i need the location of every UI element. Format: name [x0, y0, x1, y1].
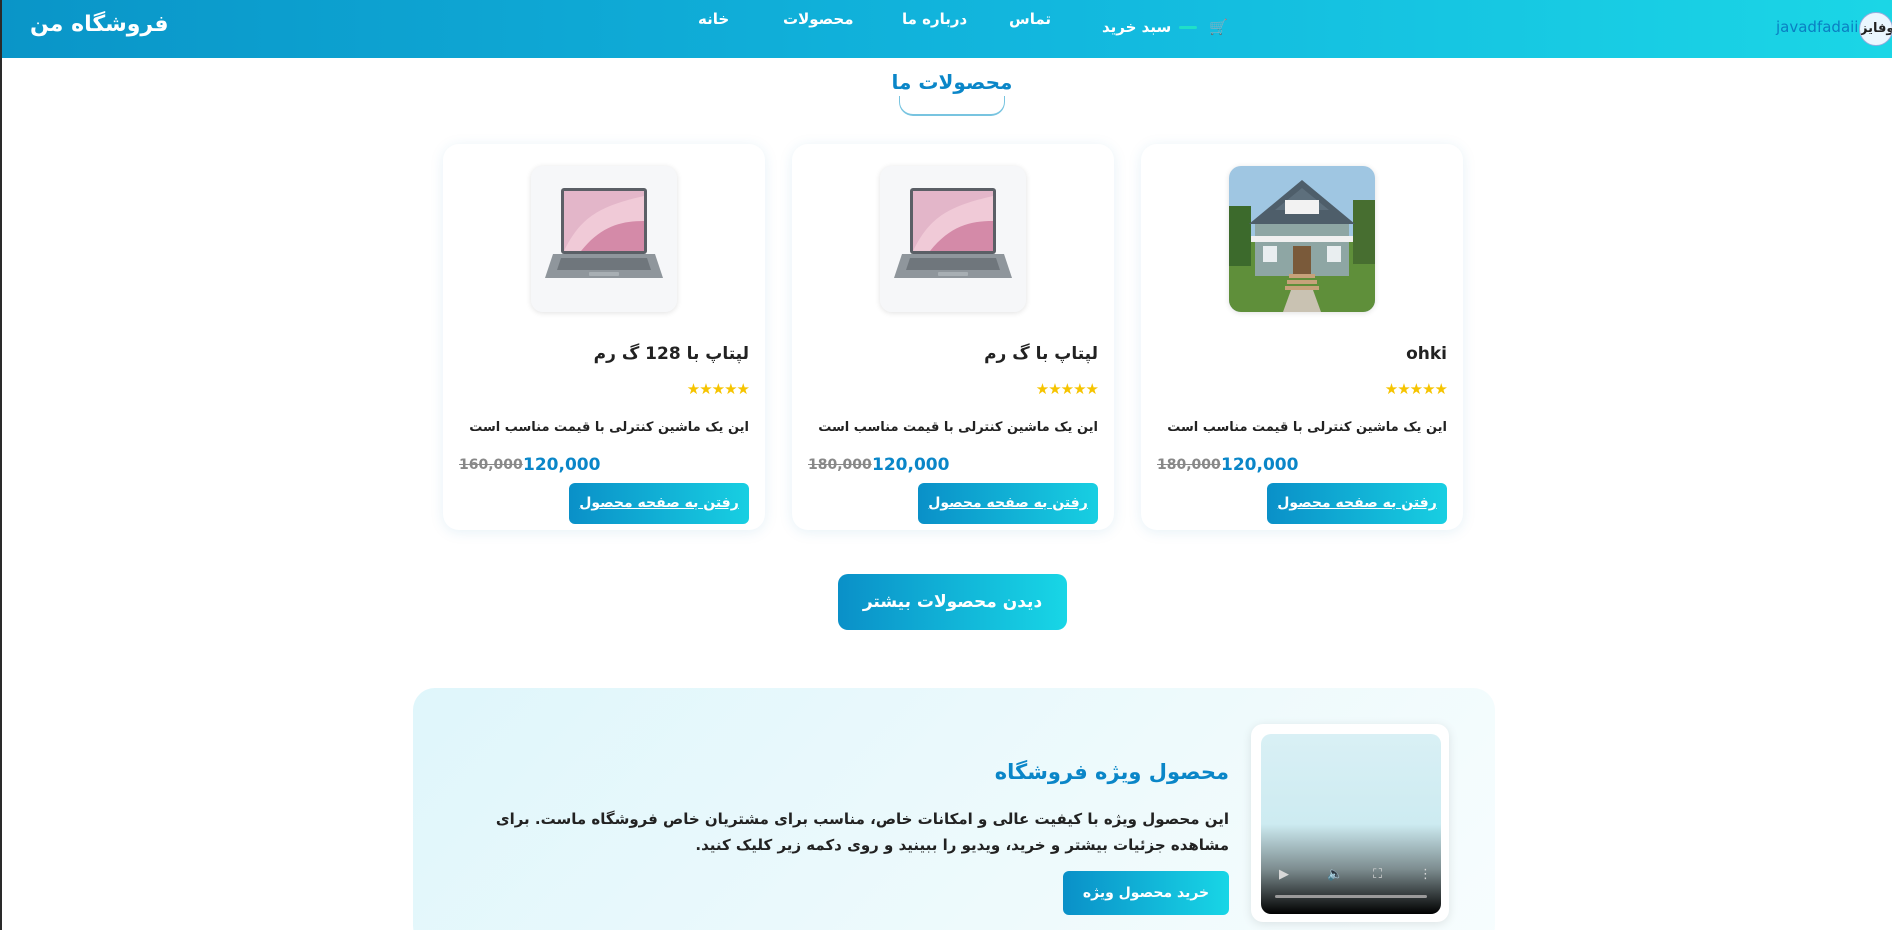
nav-home[interactable]: خانه: [698, 10, 729, 28]
nav-contact[interactable]: تماس: [1009, 10, 1051, 28]
product-card: لپتاپ با 128 گ رم ★★★★★ این یک ماشین کنت…: [443, 144, 765, 530]
rating-stars-icon: ★★★★★: [1384, 380, 1448, 398]
more-options-icon[interactable]: ⋮: [1419, 867, 1432, 882]
play-icon[interactable]: ▶: [1279, 867, 1289, 882]
product-title[interactable]: ohki: [1406, 344, 1447, 364]
go-to-product-button[interactable]: رفتن به صفحه محصول: [569, 483, 749, 524]
go-to-product-button[interactable]: رفتن به صفحه محصول: [1267, 483, 1447, 524]
featured-video[interactable]: ▶ 🔈 ⛶ ⋮: [1261, 734, 1441, 914]
cart-link[interactable]: سبد خرید 🛒: [1102, 18, 1228, 36]
product-description: این یک ماشین کنترلی با قیمت مناسب است: [469, 420, 749, 435]
product-description: این یک ماشین کنترلی با قیمت مناسب است: [818, 420, 1098, 435]
featured-description: این محصول ویژه با کیفیت عالی و امکانات خ…: [495, 810, 1229, 854]
avatar[interactable]: وفایز: [1859, 12, 1892, 46]
video-progress-bar[interactable]: [1275, 895, 1427, 898]
fullscreen-icon[interactable]: ⛶: [1373, 867, 1382, 882]
product-old-price: 180,000: [1157, 457, 1221, 473]
site-header: فروشگاه من خانه محصولات درباره ما تماس س…: [2, 0, 1892, 58]
see-more-products-button[interactable]: دیدن محصولات بیشتر: [838, 574, 1067, 630]
featured-title: محصول ویژه فروشگاه: [994, 760, 1229, 784]
product-card: لپتاپ با گ رم ★★★★★ این یک ماشین کنترلی …: [792, 144, 1114, 530]
featured-product-section: محصول ویژه فروشگاه این محصول ویژه با کیف…: [413, 688, 1495, 930]
rating-stars-icon: ★★★★★: [1035, 380, 1099, 398]
product-old-price: 160,000: [459, 457, 523, 473]
volume-icon[interactable]: 🔈: [1327, 867, 1343, 882]
product-description: این یک ماشین کنترلی با قیمت مناسب است: [1167, 420, 1447, 435]
product-title[interactable]: لپتاپ با 128 گ رم: [594, 344, 749, 364]
rating-stars-icon: ★★★★★: [686, 380, 750, 398]
featured-video-frame: ▶ 🔈 ⛶ ⋮: [1251, 724, 1449, 922]
product-image-house[interactable]: [1229, 166, 1375, 312]
cart-count-indicator: [1179, 25, 1198, 29]
site-brand[interactable]: فروشگاه من: [30, 12, 169, 37]
product-price: 120,000: [1221, 455, 1299, 475]
product-price: 120,000: [872, 455, 950, 475]
nav-products[interactable]: محصولات: [783, 10, 854, 28]
cart-icon: 🛒: [1209, 18, 1228, 36]
nav-about[interactable]: درباره ما: [902, 10, 967, 28]
product-image-laptop[interactable]: [531, 166, 677, 312]
buy-featured-button[interactable]: خرید محصول ویژه: [1063, 871, 1229, 915]
section-title-underline: [899, 96, 1005, 116]
product-price: 120,000: [523, 455, 601, 475]
product-old-price: 180,000: [808, 457, 872, 473]
product-card: ohki ★★★★★ این یک ماشین کنترلی با قیمت م…: [1141, 144, 1463, 530]
product-image-laptop[interactable]: [880, 166, 1026, 312]
products-section-title: محصولات ما: [891, 70, 1013, 94]
go-to-product-button[interactable]: رفتن به صفحه محصول: [918, 483, 1098, 524]
username[interactable]: javadfadaii: [1776, 18, 1858, 36]
product-title[interactable]: لپتاپ با گ رم: [984, 344, 1098, 364]
cart-label: سبد خرید: [1102, 18, 1172, 36]
